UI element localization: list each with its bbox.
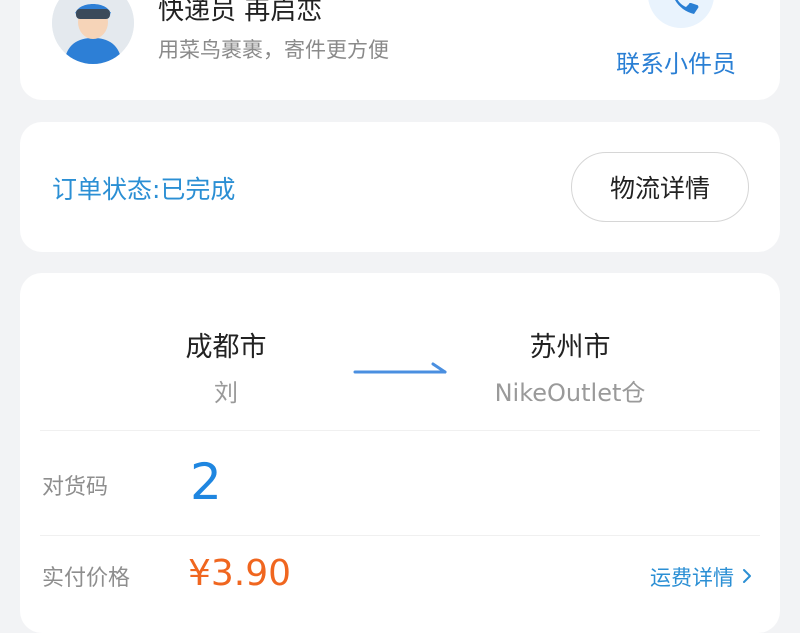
chevron-right-icon[interactable] [742, 565, 752, 589]
contact-courier-link[interactable]: 联系小件员 [616, 44, 736, 79]
courier-name: 快递员 再启恋 [158, 0, 323, 26]
recipient-name: NikeOutlet仓 [494, 379, 646, 407]
courier-slogan: 用菜鸟裹裹，寄件更方便 [158, 38, 389, 62]
pickup-code-value: 2 [190, 453, 222, 511]
order-detail-card: 成都市 刘 苏州市 NikeOutlet仓 对货码 2 实付价格 ¥3.90 运… [20, 273, 780, 633]
phone-icon[interactable] [648, 0, 714, 28]
courier-card: 快递员 再启恋 用菜鸟裹裹，寄件更方便 联系小件员 [20, 0, 780, 100]
origin-city: 成都市 [185, 332, 267, 363]
shipping-fee-details-link[interactable]: 运费详情 [650, 562, 752, 592]
courier-avatar [52, 0, 134, 64]
arrow-right-icon [353, 356, 453, 378]
sender-name: 刘 [214, 379, 238, 407]
paid-price-value: ¥3.90 [188, 553, 292, 594]
shipping-fee-details-label[interactable]: 运费详情 [650, 562, 734, 592]
divider [40, 535, 760, 536]
order-status-card: 订单状态:已完成 物流详情 [20, 122, 780, 252]
destination-city: 苏州市 [529, 332, 611, 363]
paid-price-label: 实付价格 [42, 566, 131, 591]
logistics-details-button[interactable]: 物流详情 [571, 152, 749, 222]
order-status: 订单状态:已完成 [52, 175, 236, 204]
divider [40, 430, 760, 431]
pickup-code-label: 对货码 [42, 475, 109, 500]
